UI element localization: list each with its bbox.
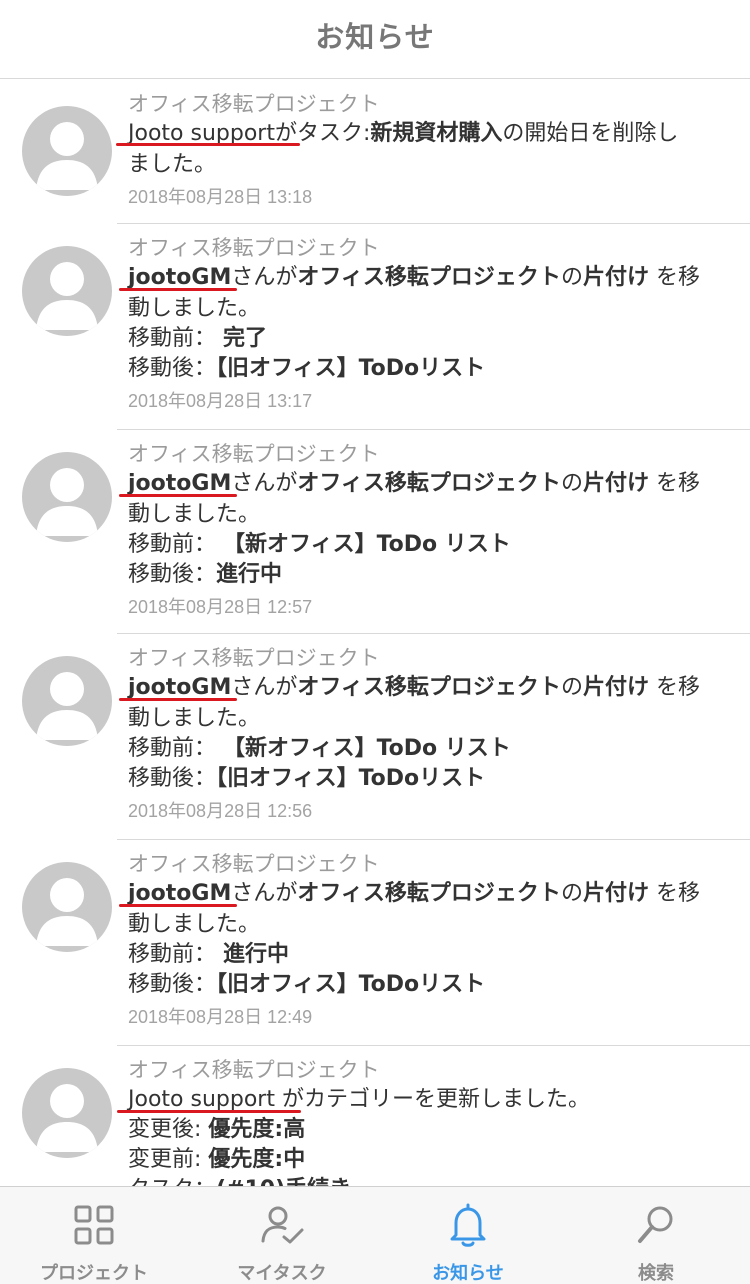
change-task: タスク：(#10)手続き [128,1175,728,1186]
avatar [22,656,112,746]
annotation-underline [119,288,237,291]
annotation-underline [119,494,237,497]
notification-item[interactable]: オフィス移転プロジェクト jootoGMさんがオフィス移転プロジェクトの片付け … [0,224,750,430]
avatar [22,862,112,952]
tab-notifications[interactable]: お知らせ [374,1187,562,1284]
timestamp: 2018年08月28日 13:18 [128,187,313,207]
move-before: 移動前： 【新オフィス】ToDo リスト [128,736,511,761]
project-name: オフィス移転プロジェクト [128,92,380,116]
notification-item[interactable]: オフィス移転プロジェクト jootoGMさんがオフィス移転プロジェクトの片付け … [0,840,750,1046]
move-after: 移動後：【旧オフィス】ToDoリスト [128,972,486,997]
notification-item[interactable]: オフィス移転プロジェクト jootoGMさんがオフィス移転プロジェクトの片付け … [0,634,750,840]
tab-label: マイタスク [237,1263,327,1284]
grid-icon [74,1205,114,1245]
task-name: 片付け [582,471,649,496]
tab-project[interactable]: プロジェクト [0,1187,188,1284]
project-name: オフィス移転プロジェクト [128,236,380,260]
notification-list[interactable]: オフィス移転プロジェクト Jooto supportがタスク:新規資材購入の開始… [0,80,750,1186]
notification-message: jootoGMさんがオフィス移転プロジェクトの片付け を移 動しました。 [128,265,700,321]
tab-label: プロジェクト [40,1263,148,1284]
user-name[interactable]: jootoGM [128,471,231,496]
user-name[interactable]: Jooto support [128,1087,275,1112]
move-after: 移動後：【旧オフィス】ToDoリスト [128,356,486,381]
change-before: 変更前: 優先度:中 [128,1147,306,1172]
user-name[interactable]: jootoGM [128,265,231,290]
notification-item[interactable]: オフィス移転プロジェクト jootoGMさんがオフィス移転プロジェクトの片付け … [0,430,750,634]
timestamp: 2018年08月28日 12:56 [128,801,313,821]
project-link: オフィス移転プロジェクト [297,881,561,906]
change-after: 変更後: 優先度:高 [128,1117,306,1142]
notification-message: Jooto supportがタスク:新規資材購入の開始日を削除し ました。 [128,121,679,177]
notification-item[interactable]: オフィス移転プロジェクト Jooto supportがタスク:新規資材購入の開始… [0,80,750,224]
project-name: オフィス移転プロジェクト [128,442,380,466]
project-link: オフィス移転プロジェクト [297,265,561,290]
notification-message: jootoGMさんがオフィス移転プロジェクトの片付け を移 動しました。 [128,675,700,731]
avatar [22,1068,112,1158]
timestamp: 2018年08月28日 12:57 [128,597,313,617]
project-link: オフィス移転プロジェクト [297,675,561,700]
tab-label: お知らせ [432,1263,504,1284]
notification-message: jootoGMさんがオフィス移転プロジェクトの片付け を移 動しました。 [128,881,700,937]
project-name: オフィス移転プロジェクト [128,646,380,670]
timestamp: 2018年08月28日 13:17 [128,391,313,411]
avatar [22,246,112,336]
tab-my-task[interactable]: マイタスク [188,1187,376,1284]
project-link: オフィス移転プロジェクト [297,471,561,496]
user-name[interactable]: jootoGM [128,881,231,906]
tab-label: 検索 [638,1263,674,1284]
app-header: お知らせ [0,0,750,79]
annotation-underline [119,904,237,907]
bell-icon [450,1203,486,1247]
avatar [22,106,112,196]
annotation-underline [116,143,300,146]
avatar [22,452,112,542]
search-icon [638,1206,673,1243]
move-after: 移動後：進行中 [128,562,283,587]
task-name: 片付け [582,265,649,290]
move-before: 移動前： 完了 [128,326,268,351]
task-name: 片付け [582,881,649,906]
project-name: オフィス移転プロジェクト [128,852,380,876]
page-title: お知らせ [315,20,435,54]
tab-search[interactable]: 検索 [562,1187,750,1284]
move-before: 移動前： 進行中 [128,942,290,967]
notification-item[interactable]: オフィス移転プロジェクト Jooto support がカテゴリーを更新しました… [0,1046,750,1186]
move-after: 移動後：【旧オフィス】ToDoリスト [128,766,486,791]
project-name: オフィス移転プロジェクト [128,1058,380,1082]
user-name[interactable]: jootoGM [128,675,231,700]
task-name: 片付け [582,675,649,700]
person-check-icon [261,1206,304,1244]
notification-message: jootoGMさんがオフィス移転プロジェクトの片付け を移 動しました。 [128,471,700,527]
timestamp: 2018年08月28日 12:49 [128,1007,313,1027]
annotation-underline [117,1110,301,1113]
task-name: 新規資材購入 [370,121,503,146]
move-before: 移動前： 【新オフィス】ToDo リスト [128,532,511,557]
bottom-tab-bar: プロジェクト マイタスク お知らせ 検索 [0,1186,750,1284]
annotation-underline [119,698,237,701]
